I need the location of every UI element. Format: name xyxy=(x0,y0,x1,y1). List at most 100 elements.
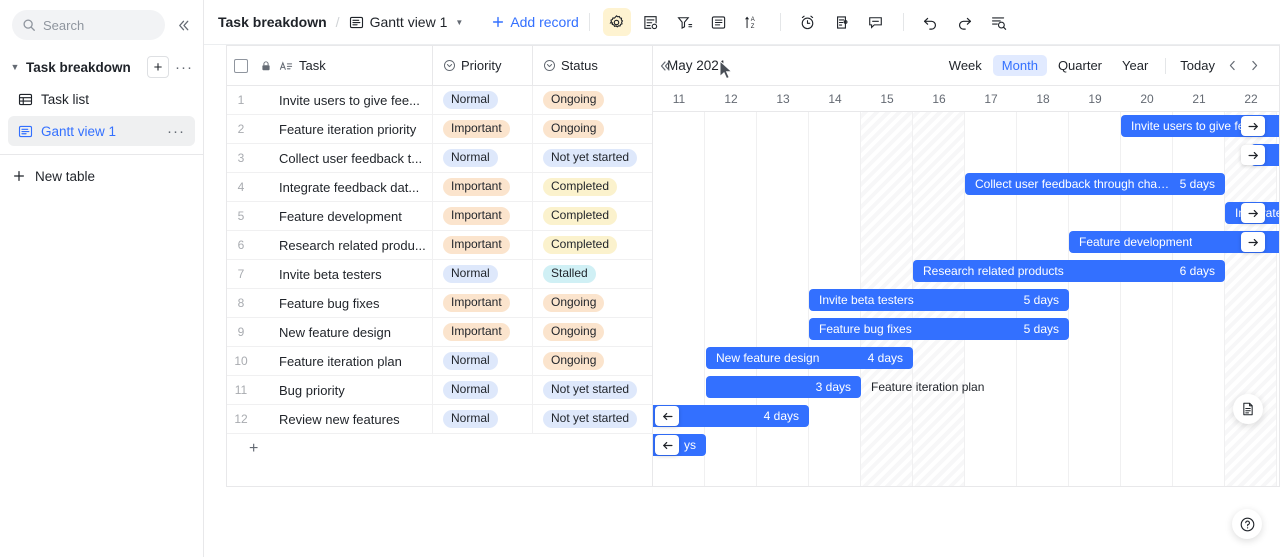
table-row[interactable]: 1Invite users to give fee...NormalOngoin… xyxy=(227,86,652,115)
breadcrumb-table[interactable]: Task breakdown xyxy=(218,14,327,30)
gantt-scale-week[interactable]: Week xyxy=(940,55,991,76)
alarm-icon[interactable] xyxy=(794,8,822,36)
field-edit-icon[interactable] xyxy=(637,8,665,36)
search-row-icon[interactable] xyxy=(985,8,1013,36)
cell-task[interactable]: Feature iteration priority xyxy=(277,122,432,137)
view-more-button[interactable]: ··· xyxy=(165,120,187,142)
gantt-bar[interactable]: New feature design4 days xyxy=(706,347,913,369)
cell-task[interactable]: Feature development xyxy=(277,209,432,224)
cell-status[interactable]: Completed xyxy=(532,202,652,231)
gantt-today-button[interactable]: Today xyxy=(1174,55,1221,76)
filter-icon[interactable] xyxy=(671,8,699,36)
table-row[interactable]: 11 Bug priorityNormalNot yet started xyxy=(227,376,652,405)
cell-task[interactable]: Feature bug fixes xyxy=(277,296,432,311)
settings-icon[interactable] xyxy=(603,8,631,36)
sort-icon[interactable]: A Z xyxy=(739,8,767,36)
section-more-button[interactable]: ··· xyxy=(173,56,195,78)
table-row[interactable]: 6Research related produ...ImportantCompl… xyxy=(227,231,652,260)
table-row[interactable]: 12Review new featuresNormalNot yet start… xyxy=(227,405,652,434)
scroll-right-icon[interactable] xyxy=(1241,145,1265,165)
cell-status[interactable]: Completed xyxy=(532,231,652,260)
cell-task[interactable]: Invite beta testers xyxy=(277,267,432,282)
gantt-bar[interactable]: Feature bug fixes5 days xyxy=(809,318,1069,340)
cell-priority[interactable]: Important xyxy=(432,173,532,202)
gantt-bar[interactable]: Invite beta testers5 days xyxy=(809,289,1069,311)
add-view-button[interactable]: + xyxy=(147,56,169,78)
search-input[interactable]: Search xyxy=(12,10,165,40)
cell-task[interactable]: Bug priority xyxy=(277,383,432,398)
cell-status[interactable]: Not yet started xyxy=(532,405,652,434)
cell-status[interactable]: Not yet started xyxy=(532,144,652,173)
add-row-button[interactable]: + xyxy=(227,434,652,463)
column-header-priority[interactable]: Priority xyxy=(432,46,532,85)
cell-status[interactable]: Ongoing xyxy=(532,289,652,318)
cell-priority[interactable]: Important xyxy=(432,202,532,231)
scroll-right-icon[interactable] xyxy=(1241,116,1265,136)
gantt-scale-quarter[interactable]: Quarter xyxy=(1049,55,1111,76)
select-all-checkbox[interactable] xyxy=(234,59,248,73)
gantt-bar[interactable]: Collect user feedback through chann...5 … xyxy=(965,173,1225,195)
grid-collapse-button[interactable] xyxy=(654,55,676,77)
sidebar-item-task-list[interactable]: Task list xyxy=(8,84,195,114)
column-header-task[interactable]: Task xyxy=(277,58,432,73)
gantt-bar-duration: 6 days xyxy=(1180,264,1215,278)
cell-priority[interactable]: Normal xyxy=(432,347,532,376)
cell-status[interactable]: Ongoing xyxy=(532,115,652,144)
chevron-right-icon[interactable] xyxy=(1243,55,1265,77)
group-icon[interactable] xyxy=(705,8,733,36)
table-row[interactable]: 10Feature iteration planNormalOngoing xyxy=(227,347,652,376)
gantt-bar[interactable]: 3 days xyxy=(706,376,861,398)
cell-task[interactable]: Feature iteration plan xyxy=(277,354,432,369)
checklist-icon[interactable] xyxy=(828,8,856,36)
cell-priority[interactable]: Normal xyxy=(432,86,532,115)
cell-task[interactable]: Research related produ... xyxy=(277,238,432,253)
sidebar-collapse-button[interactable] xyxy=(171,13,195,37)
table-row[interactable]: 5Feature developmentImportantCompleted xyxy=(227,202,652,231)
table-row[interactable]: 3Collect user feedback t...NormalNot yet… xyxy=(227,144,652,173)
chevron-left-icon[interactable] xyxy=(1221,55,1243,77)
undo-icon[interactable] xyxy=(917,8,945,36)
cell-status[interactable]: Stalled xyxy=(532,260,652,289)
cell-priority[interactable]: Normal xyxy=(432,260,532,289)
add-record-button[interactable]: Add record xyxy=(491,14,578,30)
help-icon[interactable] xyxy=(1232,509,1262,539)
cell-priority[interactable]: Normal xyxy=(432,144,532,173)
gantt-scale-year[interactable]: Year xyxy=(1113,55,1157,76)
gantt-bar[interactable]: Research related products6 days xyxy=(913,260,1225,282)
sidebar-section-header[interactable]: ▼ Task breakdown + ··· xyxy=(0,52,203,82)
cell-status[interactable]: Not yet started xyxy=(532,376,652,405)
cell-task[interactable]: Review new features xyxy=(277,412,432,427)
cell-priority[interactable]: Important xyxy=(432,318,532,347)
scroll-right-icon[interactable] xyxy=(1241,232,1265,252)
cell-task[interactable]: Integrate feedback dat... xyxy=(277,180,432,195)
table-row[interactable]: 9New feature designImportantOngoing xyxy=(227,318,652,347)
breadcrumb-view[interactable]: Gantt view 1 ▼ xyxy=(349,14,464,30)
cell-priority[interactable]: Normal xyxy=(432,376,532,405)
new-table-button[interactable]: New table xyxy=(0,159,203,193)
table-row[interactable]: 7Invite beta testersNormalStalled xyxy=(227,260,652,289)
cell-status[interactable]: Completed xyxy=(532,173,652,202)
cell-status[interactable]: Ongoing xyxy=(532,86,652,115)
sidebar-item-gantt-view-1[interactable]: Gantt view 1 ··· xyxy=(8,116,195,146)
cell-status[interactable]: Ongoing xyxy=(532,318,652,347)
table-row[interactable]: 8Feature bug fixesImportantOngoing xyxy=(227,289,652,318)
cell-task[interactable]: Collect user feedback t... xyxy=(277,151,432,166)
row-number: 11 xyxy=(227,383,255,397)
document-icon[interactable] xyxy=(1233,394,1263,424)
gantt-scale-month[interactable]: Month xyxy=(993,55,1047,76)
scroll-left-icon[interactable] xyxy=(655,435,679,455)
column-header-status[interactable]: Status xyxy=(532,46,652,85)
comment-icon[interactable] xyxy=(862,8,890,36)
scroll-right-icon[interactable] xyxy=(1241,203,1265,223)
cell-priority[interactable]: Normal xyxy=(432,405,532,434)
cell-task[interactable]: Invite users to give fee... xyxy=(277,93,432,108)
cell-priority[interactable]: Important xyxy=(432,231,532,260)
redo-icon[interactable] xyxy=(951,8,979,36)
cell-task[interactable]: New feature design xyxy=(277,325,432,340)
scroll-left-icon[interactable] xyxy=(655,406,679,426)
table-row[interactable]: 2Feature iteration priorityImportantOngo… xyxy=(227,115,652,144)
cell-status[interactable]: Ongoing xyxy=(532,347,652,376)
cell-priority[interactable]: Important xyxy=(432,115,532,144)
cell-priority[interactable]: Important xyxy=(432,289,532,318)
table-row[interactable]: 4Integrate feedback dat...ImportantCompl… xyxy=(227,173,652,202)
